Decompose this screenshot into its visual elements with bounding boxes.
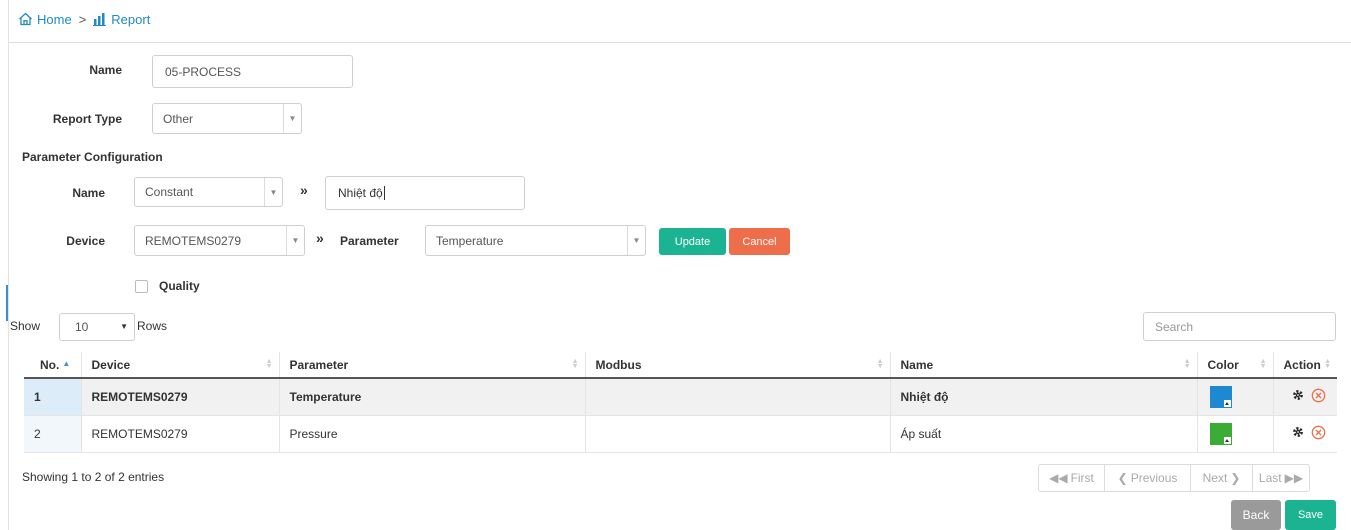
cancel-button[interactable]: Cancel bbox=[729, 228, 790, 255]
caret-up-icon bbox=[1223, 436, 1231, 444]
double-chevron-right-icon: » bbox=[300, 182, 308, 198]
chevron-down-icon: ▼ bbox=[627, 226, 645, 255]
breadcrumb-report-label: Report bbox=[111, 11, 151, 27]
cell-device: REMOTEMS0279 bbox=[80, 378, 279, 416]
parameter-select[interactable]: Temperature ▼ bbox=[425, 225, 646, 256]
sort-icon: ▲ ▼ bbox=[1183, 358, 1191, 370]
update-button[interactable]: Update bbox=[659, 228, 726, 255]
show-label: Show bbox=[10, 319, 41, 333]
quality-label: Quality bbox=[159, 279, 200, 293]
cell-modbus bbox=[584, 415, 890, 453]
sort-icon: ▲ ▼ bbox=[265, 358, 273, 370]
caret-up-icon bbox=[1223, 399, 1231, 407]
param-name-type-value: Constant bbox=[145, 185, 194, 199]
parameter-configuration-title: Parameter Configuration bbox=[22, 150, 163, 164]
home-icon bbox=[18, 12, 33, 26]
param-name-label: Name bbox=[72, 186, 105, 200]
search-input[interactable]: Search bbox=[1143, 312, 1336, 341]
gear-icon[interactable] bbox=[1292, 426, 1304, 441]
save-button[interactable]: Save bbox=[1285, 500, 1336, 530]
rows-per-page-value: 10 bbox=[75, 320, 89, 334]
pagination-next[interactable]: Next ❯ bbox=[1190, 465, 1252, 491]
column-header-no[interactable]: No. ▲ bbox=[24, 352, 81, 379]
table-header-row: No. ▲ Device ▲ ▼ Parameter ▲ ▼ Modbus ▲ ▼ Name ▲… bbox=[24, 352, 1337, 379]
breadcrumb: Home > Report bbox=[18, 8, 150, 30]
report-type-label: Report Type bbox=[52, 112, 122, 126]
param-name-text-value: Nhiệt độ bbox=[338, 186, 383, 200]
column-header-device[interactable]: Device ▲ ▼ bbox=[80, 352, 279, 379]
cell-action bbox=[1272, 378, 1337, 416]
chevron-left-icon: ❮ bbox=[1117, 471, 1128, 485]
pagination-first[interactable]: ◀◀ First bbox=[1039, 465, 1104, 491]
device-label: Device bbox=[66, 234, 105, 248]
param-name-text-input[interactable]: Nhiệt độ bbox=[325, 176, 525, 210]
cell-device: REMOTEMS0279 bbox=[80, 415, 279, 453]
breadcrumb-home-label: Home bbox=[37, 11, 72, 27]
color-picker-swatch[interactable] bbox=[1209, 422, 1232, 445]
param-name-type-select[interactable]: Constant ▼ bbox=[134, 177, 283, 207]
double-chevron-right-icon: » bbox=[316, 230, 324, 246]
cell-name: Nhiệt độ bbox=[889, 378, 1197, 416]
table-row[interactable]: 2 REMOTEMS0279 Pressure Áp suất bbox=[24, 415, 1337, 453]
rows-per-page-select[interactable]: 10 ▼ bbox=[59, 313, 135, 341]
breadcrumb-separator: > bbox=[78, 11, 87, 27]
column-header-action[interactable]: Action ▲ ▼ bbox=[1272, 352, 1337, 379]
device-select[interactable]: REMOTEMS0279 ▼ bbox=[134, 225, 305, 256]
caret-down-icon: ▼ bbox=[120, 322, 128, 331]
column-header-modbus[interactable]: Modbus ▲ ▼ bbox=[584, 352, 890, 379]
header-divider bbox=[9, 42, 1351, 43]
cell-action bbox=[1272, 415, 1337, 453]
delete-icon[interactable] bbox=[1311, 388, 1326, 406]
cell-parameter: Temperature bbox=[278, 378, 585, 416]
left-border bbox=[8, 0, 9, 530]
gear-icon[interactable] bbox=[1292, 389, 1304, 404]
cell-parameter: Pressure bbox=[278, 415, 585, 453]
sort-icon: ▲ ▼ bbox=[571, 358, 579, 370]
cell-no: 2 bbox=[24, 415, 81, 453]
cell-modbus bbox=[584, 378, 890, 416]
sort-icon: ▲ ▼ bbox=[1324, 358, 1331, 370]
left-accent-bar bbox=[6, 285, 8, 321]
column-header-parameter[interactable]: Parameter ▲ ▼ bbox=[278, 352, 585, 379]
text-cursor bbox=[383, 186, 385, 200]
pagination-last[interactable]: Last ▶▶ bbox=[1252, 465, 1309, 491]
table-row[interactable]: 1 REMOTEMS0279 Temperature Nhiệt độ bbox=[24, 378, 1337, 416]
breadcrumb-home[interactable]: Home bbox=[18, 12, 72, 27]
table-info-text: Showing 1 to 2 of 2 entries bbox=[22, 470, 165, 484]
cell-color bbox=[1196, 415, 1273, 453]
parameter-label: Parameter bbox=[340, 234, 399, 248]
sort-icon: ▲ ▼ bbox=[1259, 358, 1267, 370]
delete-icon[interactable] bbox=[1311, 425, 1326, 443]
device-select-value: REMOTEMS0279 bbox=[145, 233, 242, 248]
column-header-color[interactable]: Color ▲ ▼ bbox=[1196, 352, 1273, 379]
parameter-table: No. ▲ Device ▲ ▼ Parameter ▲ ▼ Modbus ▲ ▼ Name ▲… bbox=[24, 352, 1337, 453]
chevron-right-icon: ❯ bbox=[1230, 471, 1241, 485]
color-picker-swatch[interactable] bbox=[1209, 385, 1232, 408]
cell-no: 1 bbox=[24, 378, 81, 416]
report-type-value: Other bbox=[163, 111, 194, 126]
breadcrumb-report[interactable]: Report bbox=[93, 12, 150, 27]
sort-ascending-icon: ▲ bbox=[62, 358, 71, 368]
cell-color bbox=[1196, 378, 1273, 416]
report-name-input[interactable]: 05-PROCESS bbox=[152, 55, 353, 88]
pagination: ◀◀ First ❮ Previous Next ❯ Last ▶▶ bbox=[1038, 464, 1310, 492]
chevron-down-icon: ▼ bbox=[283, 104, 301, 133]
parameter-select-value: Temperature bbox=[436, 233, 504, 248]
cell-name: Áp suất bbox=[889, 415, 1197, 453]
report-type-select[interactable]: Other ▼ bbox=[152, 103, 302, 134]
double-chevron-left-icon: ◀◀ bbox=[1049, 471, 1068, 485]
chevron-down-icon: ▼ bbox=[286, 226, 304, 255]
pagination-previous[interactable]: ❮ Previous bbox=[1104, 465, 1190, 491]
chevron-down-icon: ▼ bbox=[264, 178, 282, 206]
sort-icon: ▲ ▼ bbox=[876, 358, 884, 370]
column-header-name[interactable]: Name ▲ ▼ bbox=[889, 352, 1197, 379]
back-button[interactable]: Back bbox=[1231, 500, 1281, 530]
quality-checkbox[interactable] bbox=[135, 280, 148, 293]
rows-label: Rows bbox=[137, 319, 168, 333]
bar-chart-icon bbox=[93, 12, 107, 26]
double-chevron-right-icon: ▶▶ bbox=[1284, 471, 1304, 485]
name-label: Name bbox=[89, 63, 122, 77]
